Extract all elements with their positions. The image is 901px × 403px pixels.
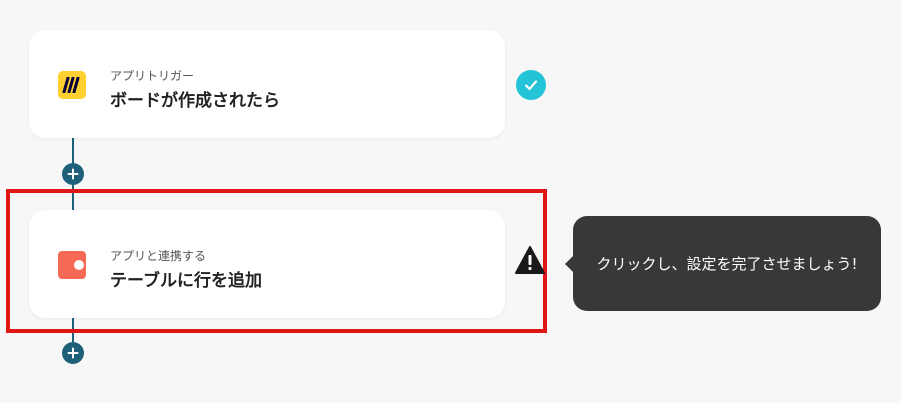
miro-icon — [58, 71, 86, 99]
step-title: テーブルに行を追加 — [110, 271, 262, 291]
step-subtitle: アプリトリガー — [110, 69, 195, 83]
plus-icon — [67, 347, 79, 359]
step-subtitle: アプリと連携する — [110, 249, 207, 263]
action-step-card[interactable]: アプリと連携する テーブルに行を追加 — [29, 210, 505, 318]
add-step-button[interactable] — [62, 163, 84, 185]
tooltip: クリックし、設定を完了させましょう! — [565, 216, 881, 311]
coda-icon — [58, 251, 86, 279]
step-title: ボードが作成されたら — [110, 91, 280, 111]
tooltip-text: クリックし、設定を完了させましょう! — [596, 255, 858, 273]
warning-icon — [514, 245, 546, 275]
add-step-button[interactable] — [62, 342, 84, 364]
check-icon — [516, 70, 546, 100]
plus-icon — [67, 168, 79, 180]
tooltip-arrow — [565, 256, 573, 272]
trigger-step-card[interactable]: アプリトリガー ボードが作成されたら — [29, 30, 505, 138]
